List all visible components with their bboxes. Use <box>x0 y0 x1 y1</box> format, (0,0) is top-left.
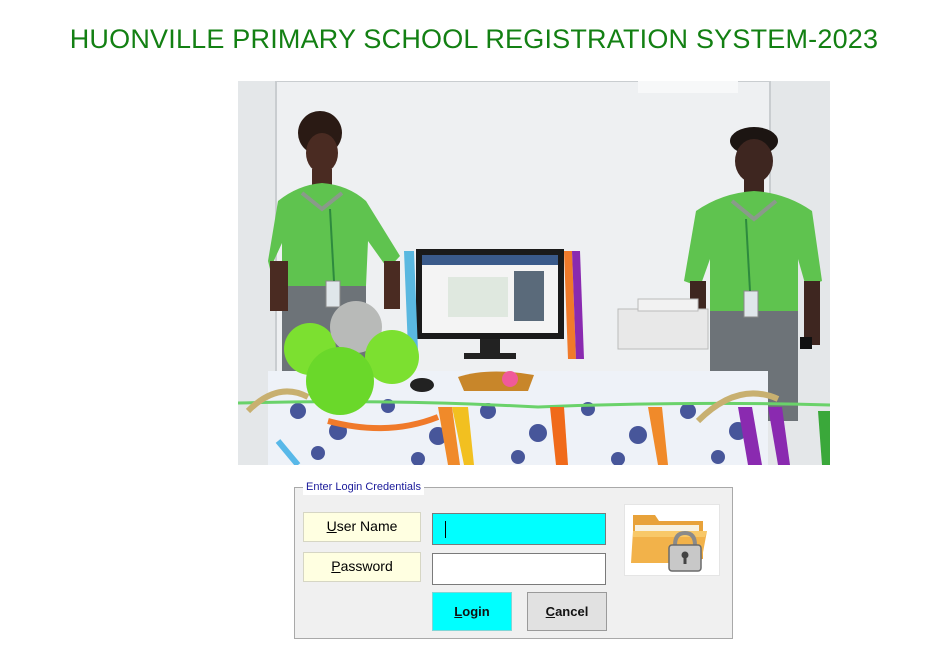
username-field[interactable] <box>432 513 606 545</box>
login-window: HUONVILLE PRIMARY SCHOOL REGISTRATION SY… <box>0 0 948 648</box>
banner-photo <box>238 81 830 465</box>
frame-caption: Enter Login Credentials <box>303 479 424 495</box>
login-button[interactable]: Login <box>432 592 512 631</box>
password-label-text: Password <box>331 558 393 574</box>
folder-lock-icon <box>624 504 720 576</box>
password-field[interactable] <box>432 553 606 585</box>
cancel-button[interactable]: Cancel <box>527 592 607 631</box>
login-button-label: Login <box>454 604 490 619</box>
login-credentials-frame: Enter Login Credentials User Name Passwo… <box>294 479 733 639</box>
text-caret <box>445 521 446 538</box>
cancel-button-label: Cancel <box>545 604 589 619</box>
page-title: HUONVILLE PRIMARY SCHOOL REGISTRATION SY… <box>69 24 879 54</box>
password-label: Password <box>303 552 421 582</box>
username-label: User Name <box>303 512 421 542</box>
username-label-text: User Name <box>326 518 398 534</box>
